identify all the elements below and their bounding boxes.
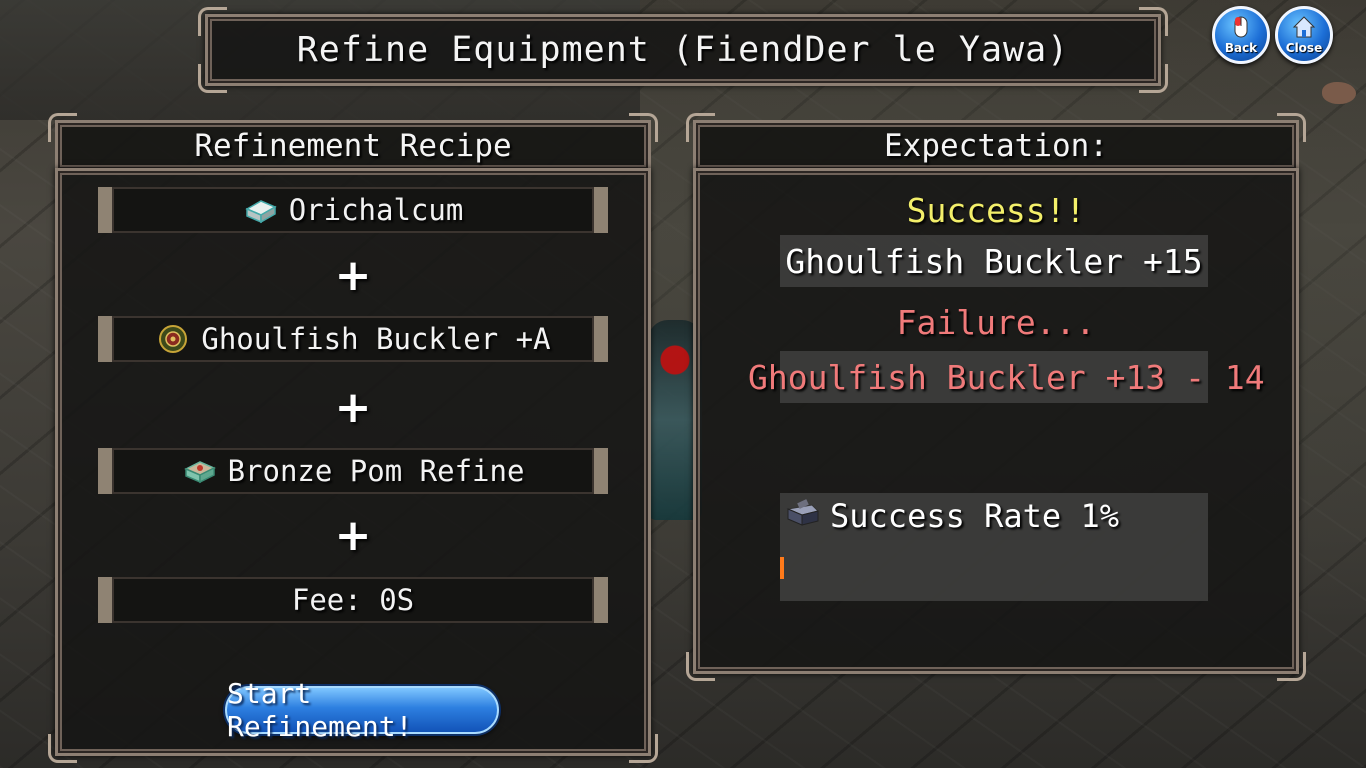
start-refinement-button[interactable]: Start Refinement! [225,677,499,743]
expectation-panel: Success!! Ghoulfish Buckler +15 Failure.… [686,168,1306,681]
fee-slot: Fee: 0S [98,577,608,623]
expectation-header-label: Expectation: [884,128,1108,164]
refine-box-icon [183,461,216,484]
ornament-corner [1277,652,1306,681]
recipe-slot-material[interactable]: Orichalcum [98,187,608,233]
close-button[interactable]: Close [1275,6,1333,64]
failure-result: Ghoulfish Buckler +13 - 14 [748,351,1265,403]
success-rate-bar [780,557,1208,579]
window-title: Refine Equipment (FiendDer le Yawa) [296,30,1070,70]
home-icon [1292,16,1316,38]
success-rate-box: Success Rate 1% [780,493,1208,601]
close-label: Close [1285,41,1323,55]
title-bar: Refine Equipment (FiendDer le Yawa) [198,7,1168,93]
ornament-corner [1277,113,1306,142]
plus-sign: + [334,381,372,433]
recipe-item-label: Bronze Pom Refine [227,454,525,488]
success-rate-fill [780,557,785,579]
recipe-item-label: Orichalcum [288,193,464,227]
ingot-icon [245,200,277,224]
back-button[interactable]: Back [1212,6,1270,64]
ornament-corner [629,113,658,142]
fee-label: Fee: 0S [291,583,415,617]
recipe-slot-equipment[interactable]: Ghoulfish Buckler +A [98,316,608,362]
failure-label: Failure... [896,303,1096,342]
recipe-item-label: Ghoulfish Buckler +A [201,322,551,356]
plus-sign: + [334,509,372,561]
success-label: Success!! [906,191,1086,230]
success-result: Ghoulfish Buckler +15 [780,235,1208,287]
shield-icon [159,325,188,353]
background-rock [1322,82,1356,104]
failure-result-text: Ghoulfish Buckler +13 - 14 [748,357,1265,397]
ornament-corner [629,734,658,763]
recipe-slot-refine-item[interactable]: Bronze Pom Refine [98,448,608,494]
anvil-icon [786,499,819,526]
ornament-corner [48,734,77,763]
back-label: Back [1224,41,1258,55]
recipe-header-label: Refinement Recipe [194,128,512,164]
expectation-header: Expectation: [686,113,1306,172]
ornament-corner [686,652,715,681]
recipe-header: Refinement Recipe [48,113,658,172]
success-rate-text: Success Rate 1% [830,497,1119,535]
recipe-panel: Orichalcum + Ghoulfish Buckler +A + Bron… [48,168,658,763]
ornament-corner [48,113,77,142]
success-result-text: Ghoulfish Buckler +15 [785,241,1203,281]
mouse-icon [1234,16,1248,38]
plus-sign: + [334,249,372,301]
ornament-corner [686,113,715,142]
